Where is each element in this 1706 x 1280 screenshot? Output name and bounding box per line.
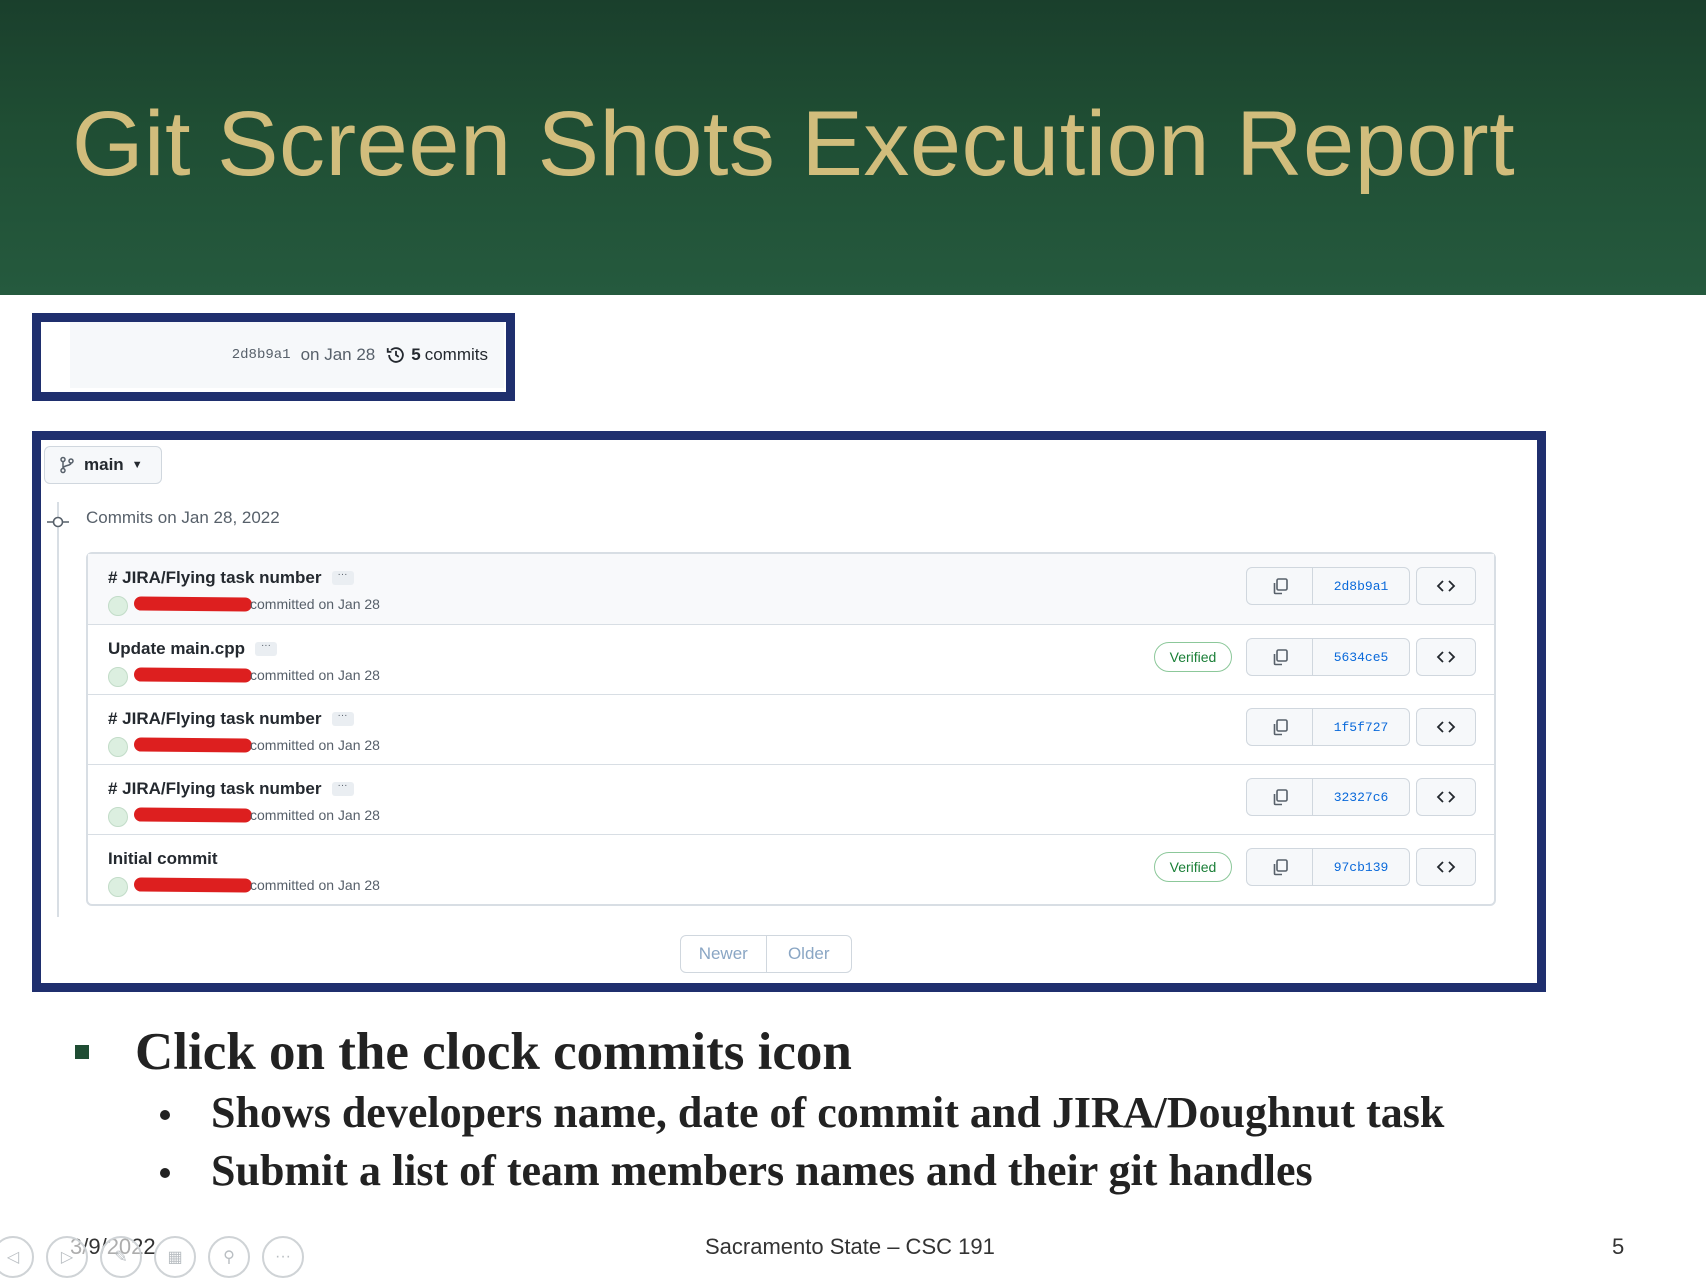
copy-sha-button[interactable]	[1247, 709, 1313, 745]
zoom-icon[interactable]: ⚲	[208, 1236, 250, 1278]
redacted-author-name	[133, 877, 253, 893]
code-icon	[1436, 651, 1456, 663]
browse-repo-button[interactable]	[1416, 567, 1476, 605]
copy-icon	[1273, 789, 1288, 806]
bullet-dot-icon	[160, 1110, 170, 1120]
commit-sha-link[interactable]: 1f5f727	[1313, 709, 1409, 745]
copy-icon	[1273, 649, 1288, 666]
committed-date: committed on Jan 28	[250, 667, 380, 683]
slide-title: Git Screen Shots Execution Report	[72, 93, 1516, 195]
avatar[interactable]	[108, 877, 128, 897]
committed-date: committed on Jan 28	[250, 807, 380, 823]
browse-repo-button[interactable]	[1416, 778, 1476, 816]
committed-date: committed on Jan 28	[250, 737, 380, 753]
copy-sha-button[interactable]	[1247, 849, 1313, 885]
more-options-icon[interactable]: ···	[262, 1236, 304, 1278]
timeline-line	[57, 502, 59, 917]
verified-badge[interactable]: Verified	[1154, 642, 1232, 672]
pen-icon[interactable]: ✎	[100, 1236, 142, 1278]
sha-button-group: 2d8b9a1	[1246, 567, 1410, 605]
bullet-square-icon	[75, 1045, 89, 1059]
latest-commit-sha[interactable]: 2d8b9a1	[232, 347, 291, 363]
commit-sha-link[interactable]: 5634ce5	[1313, 639, 1409, 675]
copy-sha-button[interactable]	[1247, 639, 1313, 675]
git-branch-icon	[60, 456, 74, 474]
expand-ellipsis-button[interactable]: ···	[331, 570, 354, 585]
sha-button-group: 5634ce5	[1246, 638, 1410, 676]
previous-slide-icon[interactable]: ◁	[0, 1236, 34, 1278]
copy-sha-button[interactable]	[1247, 779, 1313, 815]
commit-sha-link[interactable]: 2d8b9a1	[1313, 568, 1409, 604]
code-icon	[1436, 721, 1456, 733]
commits-history-link[interactable]: 5 commits	[385, 344, 488, 366]
commit-row: # JIRA/Flying task number ··· committed …	[88, 694, 1494, 764]
copy-sha-button[interactable]	[1247, 568, 1313, 604]
redacted-author-name	[133, 737, 253, 753]
expand-ellipsis-button[interactable]: ···	[331, 781, 354, 796]
copy-icon	[1273, 859, 1288, 876]
commit-message-link[interactable]: Update main.cpp	[108, 639, 245, 659]
avatar[interactable]	[108, 807, 128, 827]
latest-commit-date: on Jan 28	[300, 345, 376, 364]
commit-sha-link[interactable]: 32327c6	[1313, 779, 1409, 815]
browse-repo-button[interactable]	[1416, 708, 1476, 746]
commits-date-heading: Commits on Jan 28, 2022	[86, 508, 280, 527]
newer-button[interactable]: Newer	[681, 936, 767, 972]
slides-grid-icon[interactable]: ▦	[154, 1236, 196, 1278]
copy-icon	[1273, 719, 1288, 736]
git-commit-icon	[47, 516, 69, 528]
browse-repo-button[interactable]	[1416, 848, 1476, 886]
next-slide-icon[interactable]: ▷	[46, 1236, 88, 1278]
avatar[interactable]	[108, 737, 128, 757]
bullet-sub-1: Shows developers name, date of commit an…	[211, 1088, 1445, 1137]
code-icon	[1436, 580, 1456, 592]
commit-row: Update main.cpp ··· committed on Jan 28 …	[88, 624, 1494, 694]
commit-sha-link[interactable]: 97cb139	[1313, 849, 1409, 885]
footer-title: Sacramento State – CSC 191	[705, 1234, 995, 1259]
latest-commit-bar: 2d8b9a1 on Jan 28 5 commits	[70, 322, 504, 388]
sha-button-group: 97cb139	[1246, 848, 1410, 886]
committed-date: committed on Jan 28	[250, 596, 380, 612]
avatar[interactable]	[108, 596, 128, 616]
commit-row: # JIRA/Flying task number ··· committed …	[88, 764, 1494, 834]
history-clock-icon[interactable]	[385, 344, 407, 366]
presenter-toolbar: ◁ ▷ ✎ ▦ ⚲ ···	[0, 1236, 304, 1278]
redacted-author-name	[133, 667, 253, 683]
code-icon	[1436, 861, 1456, 873]
branch-selector-button[interactable]: main ▼	[44, 446, 162, 484]
chevron-down-icon: ▼	[131, 459, 143, 471]
bullet-sub-2: Submit a list of team members names and …	[211, 1146, 1313, 1195]
commit-row: Initial commit committed on Jan 28 Verif…	[88, 834, 1494, 904]
commit-message-link[interactable]: # JIRA/Flying task number	[108, 568, 322, 588]
bullet-dot-icon	[160, 1168, 170, 1178]
commit-row: # JIRA/Flying task number ··· committed …	[88, 554, 1494, 624]
bullet-main: Click on the clock commits icon	[135, 1023, 852, 1081]
commits-count: 5	[411, 345, 421, 364]
commit-message-link[interactable]: Initial commit	[108, 849, 218, 869]
page-number: 5	[1612, 1234, 1625, 1259]
expand-ellipsis-button[interactable]: ···	[331, 711, 354, 726]
branch-name: main	[84, 455, 124, 474]
commit-list: # JIRA/Flying task number ··· committed …	[86, 552, 1496, 906]
redacted-author-name	[133, 807, 253, 823]
commit-message-link[interactable]: # JIRA/Flying task number	[108, 779, 322, 799]
commit-message-link[interactable]: # JIRA/Flying task number	[108, 709, 322, 729]
pagination: Newer Older	[680, 935, 852, 973]
sha-button-group: 1f5f727	[1246, 708, 1410, 746]
older-button[interactable]: Older	[767, 936, 852, 972]
copy-icon	[1273, 578, 1288, 595]
avatar[interactable]	[108, 667, 128, 687]
sha-button-group: 32327c6	[1246, 778, 1410, 816]
committed-date: committed on Jan 28	[250, 877, 380, 893]
verified-badge[interactable]: Verified	[1154, 852, 1232, 882]
browse-repo-button[interactable]	[1416, 638, 1476, 676]
redacted-author-name	[133, 596, 253, 612]
expand-ellipsis-button[interactable]: ···	[254, 641, 277, 656]
commits-label: commits	[424, 345, 488, 364]
code-icon	[1436, 791, 1456, 803]
